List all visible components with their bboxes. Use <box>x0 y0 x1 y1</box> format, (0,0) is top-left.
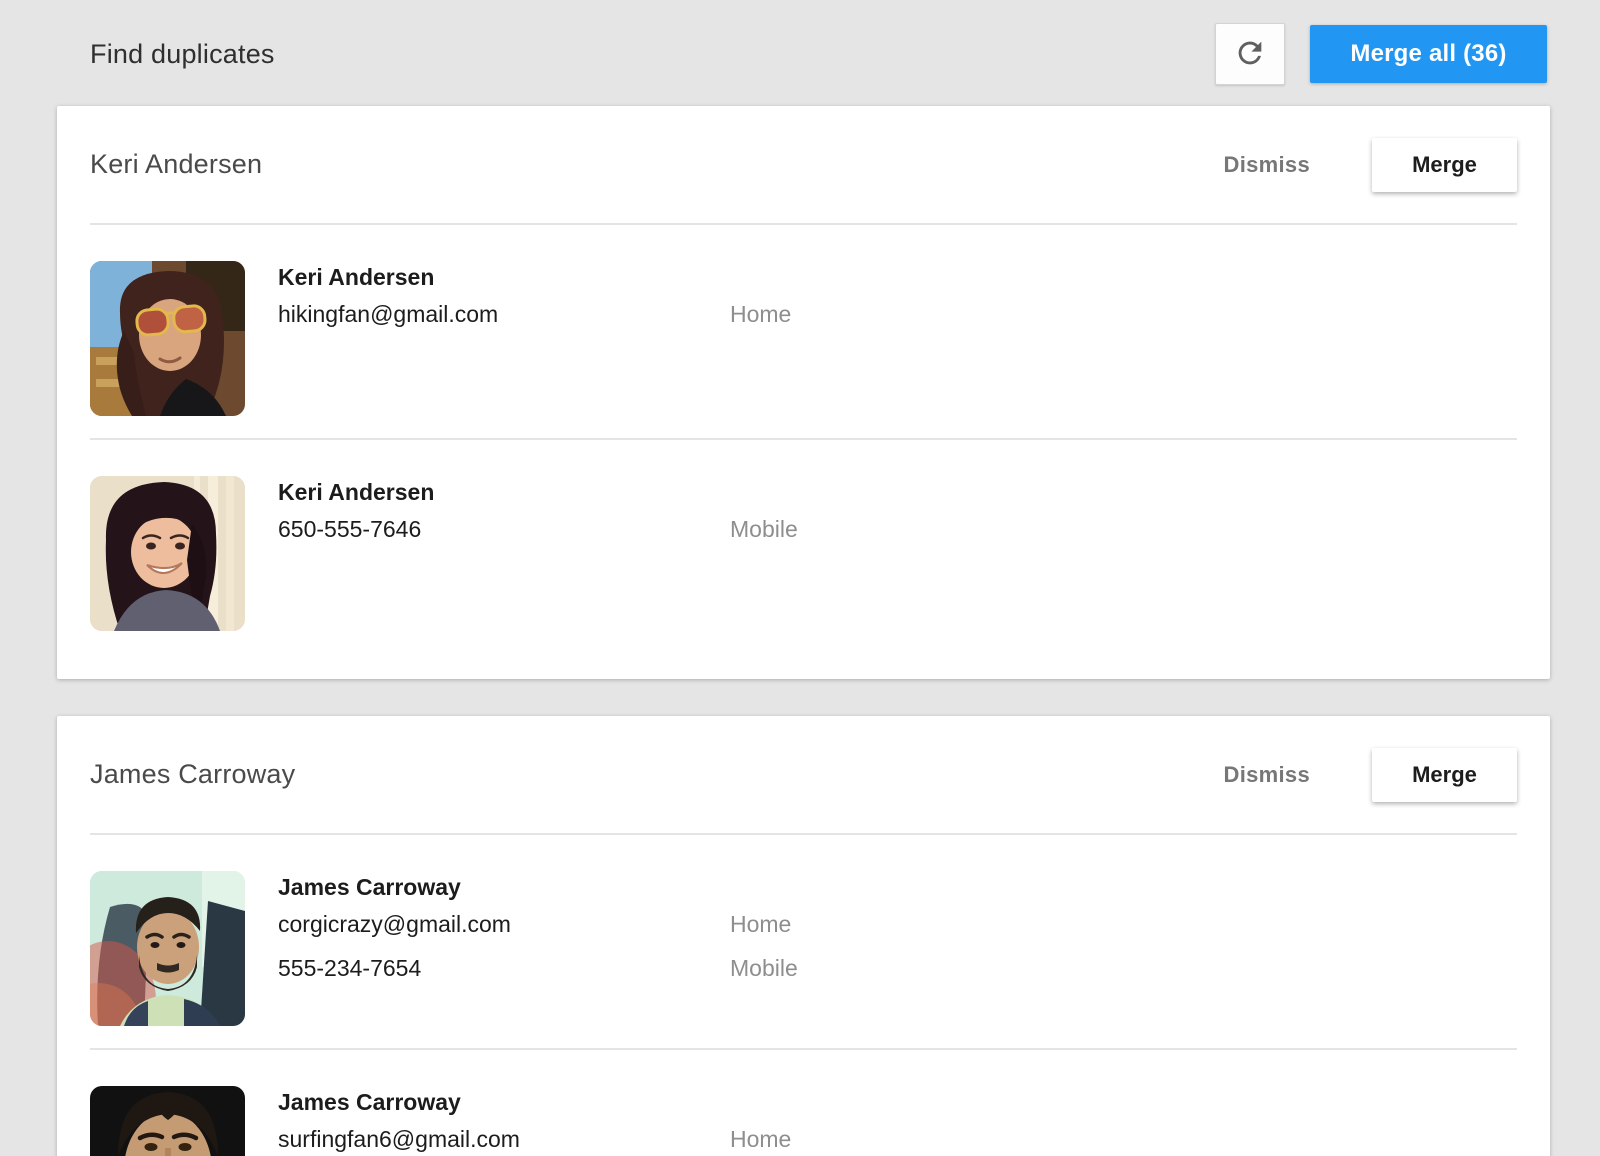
contact-info: James Carroway surfingfan6@gmail.com Hom… <box>278 1086 791 1156</box>
find-duplicates-page: Find duplicates Merge all (36) Keri Ande… <box>0 0 1600 1156</box>
duplicate-group-card-keri-andersen: Keri Andersen Dismiss Merge <box>57 106 1550 679</box>
field-value: 650-555-7646 <box>278 514 730 544</box>
contact-avatar-woman-with-sunglasses <box>90 261 245 416</box>
contact-field: hikingfan@gmail.com Home <box>278 299 791 329</box>
group-title: James Carroway <box>90 759 1208 790</box>
field-value: surfingfan6@gmail.com <box>278 1124 730 1154</box>
contact-avatar-smiling-woman <box>90 476 245 631</box>
field-value: 555-234-7654 <box>278 953 730 983</box>
field-label: Home <box>730 1124 791 1154</box>
contact-row[interactable]: Keri Andersen hikingfan@gmail.com Home <box>90 225 1517 438</box>
contact-name: Keri Andersen <box>278 477 798 507</box>
contact-avatar-man-car-selfie <box>90 871 245 1026</box>
contact-field: 555-234-7654 Mobile <box>278 953 798 983</box>
topbar: Find duplicates Merge all (36) <box>0 0 1600 106</box>
refresh-button[interactable] <box>1215 23 1285 85</box>
contact-row[interactable]: Keri Andersen 650-555-7646 Mobile <box>90 440 1517 653</box>
contact-info: Keri Andersen hikingfan@gmail.com Home <box>278 261 791 416</box>
contact-name: Keri Andersen <box>278 262 791 292</box>
merge-all-button[interactable]: Merge all (36) <box>1310 25 1547 83</box>
field-label: Home <box>730 909 791 939</box>
page-title: Find duplicates <box>90 39 1215 70</box>
contact-name: James Carroway <box>278 1087 791 1117</box>
field-label: Mobile <box>730 514 798 544</box>
contact-name: James Carroway <box>278 872 798 902</box>
contact-field: 650-555-7646 Mobile <box>278 514 798 544</box>
group-header: James Carroway Dismiss Merge <box>90 716 1517 833</box>
merge-button[interactable]: Merge <box>1372 748 1517 802</box>
field-label: Home <box>730 299 791 329</box>
duplicate-group-card-james-carroway: James Carroway Dismiss Merge <box>57 716 1550 1156</box>
field-label: Mobile <box>730 953 798 983</box>
contact-row[interactable]: James Carroway surfingfan6@gmail.com Hom… <box>90 1050 1517 1156</box>
field-value: hikingfan@gmail.com <box>278 299 730 329</box>
contact-info: James Carroway corgicrazy@gmail.com Home… <box>278 871 798 1026</box>
contact-row[interactable]: James Carroway corgicrazy@gmail.com Home… <box>90 835 1517 1048</box>
group-title: Keri Andersen <box>90 149 1208 180</box>
refresh-icon <box>1233 36 1267 73</box>
contact-field: surfingfan6@gmail.com Home <box>278 1124 791 1154</box>
dismiss-button[interactable]: Dismiss <box>1208 750 1326 800</box>
dismiss-button[interactable]: Dismiss <box>1208 140 1326 190</box>
field-value: corgicrazy@gmail.com <box>278 909 730 939</box>
group-header: Keri Andersen Dismiss Merge <box>90 106 1517 223</box>
contact-avatar-man-dark-portrait <box>90 1086 245 1156</box>
contact-field: corgicrazy@gmail.com Home <box>278 909 798 939</box>
merge-button[interactable]: Merge <box>1372 138 1517 192</box>
contact-info: Keri Andersen 650-555-7646 Mobile <box>278 476 798 631</box>
